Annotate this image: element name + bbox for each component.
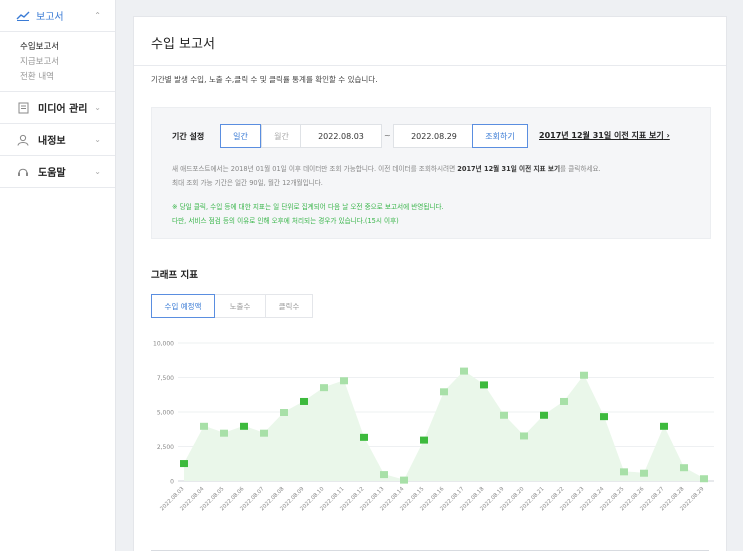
sidebar-subitem-conversion-history[interactable]: 전환 내역 [20, 70, 115, 85]
sidebar-item-label: 보고서 [36, 12, 64, 23]
period-label: 기간 설정 [172, 132, 205, 141]
date-separator: ~ [384, 131, 391, 140]
page-title: 수입 보고서 [151, 37, 215, 52]
sidebar-item-label: 도움말 [38, 168, 66, 179]
data-point [660, 422, 668, 430]
main-panel: 수입 보고서 기간별 발생 수입, 노출 수,클릭 수 및 클릭률 통계를 확인… [133, 16, 727, 551]
notice-line-3: ※ 당일 클릭, 수입 등에 대한 지표는 일 단위로 집계되어 다음 날 오전… [172, 203, 444, 211]
lookup-button[interactable]: 조회하기 [472, 124, 528, 148]
y-tick-label: 10,000 [153, 341, 174, 348]
data-point [480, 381, 488, 389]
prev-data-link-label: 2017년 12월 31일 이전 지표 보기 [539, 131, 664, 140]
data-point [400, 476, 408, 484]
graph-tabs: 수입 예정액 노출수 클릭수 [151, 294, 313, 318]
sidebar-item-help[interactable]: 도움말 ⌄ [0, 156, 115, 188]
sidebar-subnav: 수입보고서 지급보고서 전환 내역 [0, 32, 115, 92]
period-toggle: 일간 월간 [220, 124, 302, 148]
data-point [440, 388, 448, 396]
data-point [520, 432, 528, 440]
y-tick-label: 7,500 [157, 375, 174, 382]
chart-line-icon [16, 6, 30, 25]
data-point [540, 411, 548, 419]
data-point [500, 411, 508, 419]
headset-icon [16, 165, 30, 179]
notice-line-2: 최대 조회 가능 기간은 일간 90일, 월간 12개월입니다. [172, 179, 323, 187]
data-point [620, 468, 628, 476]
data-point [460, 367, 468, 375]
data-point [300, 397, 308, 405]
data-point [580, 371, 588, 379]
data-point [240, 422, 248, 430]
prev-data-link[interactable]: 2017년 12월 31일 이전 지표 보기 › [539, 130, 670, 141]
y-tick-label: 0 [170, 479, 174, 486]
sidebar-item-label: 내정보 [38, 136, 66, 147]
data-point [280, 409, 288, 416]
sidebar: 보고서 ⌃ 수입보고서 지급보고서 전환 내역 미디어 관리 ⌄ 내정보 ⌄ 도… [0, 0, 116, 551]
sidebar-item-media[interactable]: 미디어 관리 ⌄ [0, 92, 115, 124]
income-chart: 02,5005,0007,50010,0002022.08.032022.08.… [153, 341, 714, 512]
period-daily-button[interactable]: 일간 [220, 124, 261, 148]
data-point [600, 413, 608, 421]
y-tick-label: 2,500 [157, 444, 174, 451]
sidebar-subitem-income-report[interactable]: 수입보고서 [20, 40, 115, 55]
graph-section-title: 그래프 지표 [151, 270, 199, 281]
data-point [220, 429, 228, 437]
data-point [200, 422, 208, 430]
data-point [640, 469, 648, 477]
data-point [180, 460, 188, 468]
divider [134, 65, 726, 66]
sidebar-item-report[interactable]: 보고서 ⌃ [0, 0, 115, 32]
data-point [340, 377, 348, 385]
tab-impressions[interactable]: 노출수 [214, 294, 266, 318]
notice-line-1: 새 애드포스트에서는 2018년 01월 01일 이후 데이터만 조회 가능합니… [172, 163, 601, 173]
user-icon [16, 133, 30, 147]
chevron-down-icon: ⌄ [94, 103, 101, 112]
tab-expected-income[interactable]: 수입 예정액 [151, 294, 215, 318]
y-tick-label: 5,000 [157, 410, 174, 417]
data-point [560, 397, 568, 405]
data-point [320, 384, 328, 392]
sidebar-item-myinfo[interactable]: 내정보 ⌄ [0, 124, 115, 156]
data-point [680, 464, 688, 472]
chevron-down-icon: ⌄ [94, 167, 101, 176]
end-date-input[interactable]: 2022.08.29 [393, 124, 475, 148]
data-point [700, 475, 708, 483]
sidebar-item-label: 미디어 관리 [38, 104, 88, 115]
notice-text: 새 애드포스트에서는 2018년 01월 01일 이후 데이터만 조회 가능합니… [172, 165, 458, 173]
data-point [360, 433, 368, 441]
period-monthly-button[interactable]: 월간 [261, 124, 302, 148]
chevron-up-icon: ⌃ [94, 11, 101, 20]
chevron-down-icon: ⌄ [94, 135, 101, 144]
document-icon [16, 101, 30, 115]
notice-link[interactable]: 2017년 12월 31일 이전 지표 보기 [457, 165, 560, 173]
chevron-right-icon: › [666, 131, 670, 140]
series-area [184, 370, 704, 481]
sidebar-subitem-payment-report[interactable]: 지급보고서 [20, 55, 115, 70]
data-point [260, 429, 268, 437]
start-date-input[interactable]: 2022.08.03 [300, 124, 382, 148]
period-filter-box: 기간 설정 일간 월간 2022.08.03 ~ 2022.08.29 조회하기… [151, 107, 711, 239]
notice-text: 를 클릭하세요. [560, 165, 601, 173]
data-point [380, 471, 388, 479]
tab-clicks[interactable]: 클릭수 [265, 294, 313, 318]
data-point [420, 436, 428, 444]
page-description: 기간별 발생 수입, 노출 수,클릭 수 및 클릭률 통계를 확인할 수 있습니… [151, 75, 378, 84]
notice-line-4: 다만, 서비스 점검 등의 이유로 인해 오후에 처리되는 경우가 있습니다.(… [172, 217, 399, 225]
